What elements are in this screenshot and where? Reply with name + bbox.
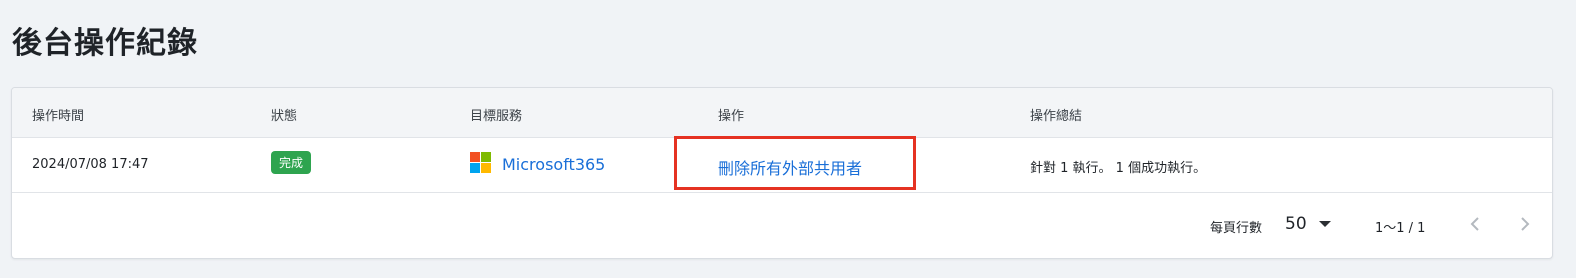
operation-time: 2024/07/08 17:47	[32, 157, 149, 172]
column-header-summary[interactable]: 操作總結	[1030, 105, 1082, 124]
page-range: 1〜1 / 1	[1375, 221, 1426, 236]
microsoft-logo-icon	[470, 152, 492, 174]
column-header-status[interactable]: 狀態	[271, 105, 297, 124]
service-link[interactable]: Microsoft365	[502, 155, 605, 174]
operation-log-table: 操作時間 狀態 目標服務 操作 操作總結 2024/07/08 17:47 完成…	[11, 87, 1553, 259]
column-header-action[interactable]: 操作	[718, 105, 744, 124]
column-header-service[interactable]: 目標服務	[470, 105, 522, 124]
table-header: 操作時間 狀態 目標服務 操作 操作總結	[12, 88, 1552, 138]
chevron-left-icon	[1470, 217, 1479, 231]
status-badge: 完成	[271, 151, 312, 174]
highlight-annotation	[674, 136, 916, 190]
page-title: 後台操作紀錄	[12, 26, 198, 61]
column-header-time[interactable]: 操作時間	[32, 105, 84, 124]
next-page-button[interactable]	[1514, 213, 1536, 235]
caret-down-icon	[1318, 221, 1331, 227]
rows-per-page-label: 每頁行數	[1210, 221, 1263, 236]
previous-page-button[interactable]	[1464, 213, 1486, 235]
rows-per-page-value: 50	[1285, 214, 1307, 234]
rows-per-page-select[interactable]: 50	[1285, 211, 1331, 237]
operation-summary: 針對 1 執行。 1 個成功執行。	[1030, 161, 1207, 176]
chevron-right-icon	[1521, 217, 1530, 231]
pagination: 每頁行數 50 1〜1 / 1	[12, 193, 1552, 258]
table-row[interactable]: 2024/07/08 17:47 完成 Microsoft365 刪除所有外部共…	[12, 136, 1552, 193]
